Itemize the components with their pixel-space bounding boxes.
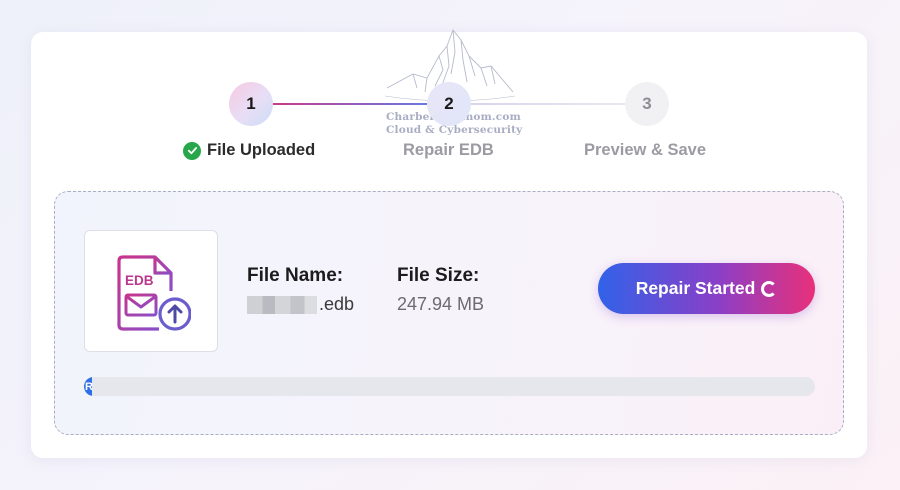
- file-name-value-group: .edb: [247, 294, 354, 315]
- step-connector-1: [271, 103, 427, 105]
- repair-button-label: Repair Started: [635, 278, 756, 298]
- step-1-label: File Uploaded: [207, 141, 316, 159]
- step-connector-2: [470, 103, 626, 105]
- check-circle-icon: [183, 141, 201, 160]
- step-3-label: Preview & Save: [584, 141, 706, 159]
- repair-progress-bar: R: [84, 377, 815, 396]
- progress-text: R: [85, 380, 93, 393]
- file-name-label: File Name:: [247, 265, 344, 286]
- edb-file-icon: EDB: [117, 255, 191, 331]
- svg-text:EDB: EDB: [125, 273, 154, 288]
- file-size-value: 247.94 MB: [397, 294, 485, 314]
- step-3-circle: 3: [625, 82, 669, 126]
- step-1-circle: 1: [229, 82, 273, 126]
- repair-started-button[interactable]: Repair Started: [598, 263, 815, 314]
- file-thumbnail: EDB: [84, 230, 218, 352]
- file-name-value: .edb: [319, 294, 355, 314]
- redacted-filename: [247, 295, 317, 314]
- step-1-label-group: File Uploaded: [183, 141, 315, 160]
- loading-spinner-icon: [761, 280, 778, 297]
- file-size-label: File Size:: [397, 265, 480, 286]
- step-2-label: Repair EDB: [403, 141, 494, 159]
- step-2-circle: 2: [427, 82, 471, 126]
